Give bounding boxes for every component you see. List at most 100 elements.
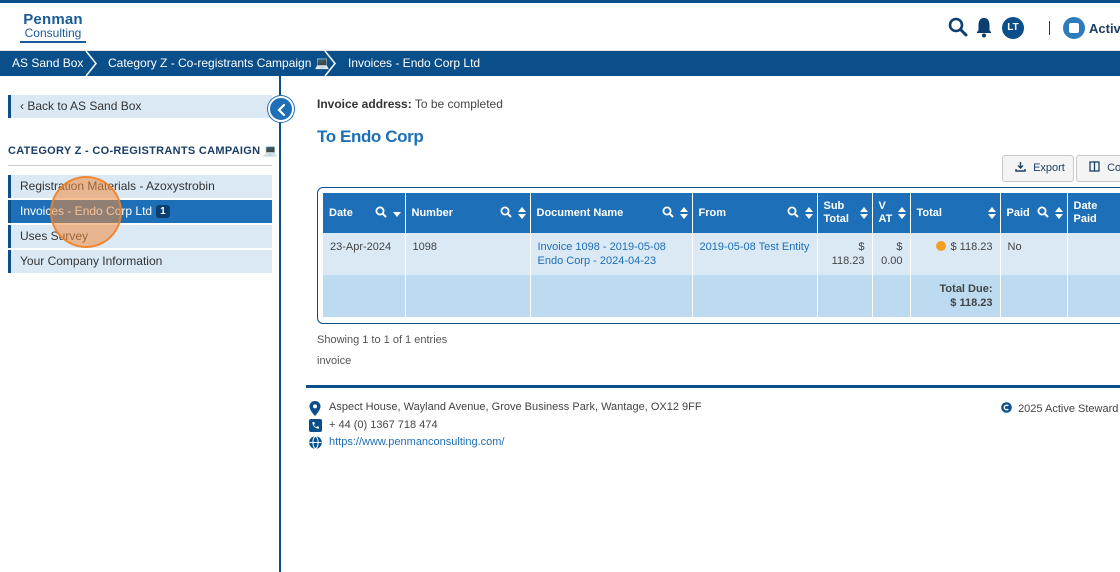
total-due: Total Due: $ 118.23	[910, 275, 1001, 317]
logo[interactable]: Penman Consulting	[20, 12, 86, 44]
column-header-vat[interactable]: VAT	[872, 193, 911, 233]
footer-divider	[306, 385, 1120, 388]
total-row-empty-cell	[323, 275, 406, 317]
column-header-label: Document Name	[536, 206, 624, 219]
search-icon[interactable]	[787, 206, 799, 218]
sidebar-item-invoices[interactable]: Invoices - Endo Corp Ltd 1	[8, 200, 272, 223]
top-bar: Penman Consulting LT Active	[0, 3, 1120, 51]
column-header-label: Total	[916, 206, 942, 219]
search-icon[interactable]	[1037, 206, 1049, 218]
footer-phone: + 44 (0) 1367 718 474	[309, 419, 438, 435]
sidebar-item-uses-survey[interactable]: Uses Survey	[8, 225, 272, 248]
total-row-empty-cell	[405, 275, 531, 317]
column-header-label: Date Paid	[1073, 200, 1098, 225]
header-divider	[1049, 21, 1050, 35]
copyright-text: 2025 Active Steward	[1018, 403, 1119, 415]
columns-icon	[1089, 161, 1100, 172]
column-header-number[interactable]: Number	[405, 193, 531, 233]
status-dot-icon	[936, 241, 947, 251]
export-button[interactable]: Export	[1002, 155, 1074, 182]
total-due-label: Total Due:	[939, 283, 993, 295]
cell-sub-total: $ 118.23	[817, 233, 873, 275]
sort-icon[interactable]	[987, 207, 996, 219]
sort-icon[interactable]	[804, 207, 813, 219]
invoice-address: Invoice address: To be completed	[317, 97, 503, 111]
copyright-icon	[1001, 402, 1012, 413]
column-header-label: Date	[329, 206, 353, 219]
search-icon[interactable]	[662, 206, 674, 218]
column-header-sub-total[interactable]: Sub Total	[817, 193, 873, 233]
invoice-address-value: To be completed	[414, 97, 503, 111]
breadcrumb: AS Sand Box Category Z - Co-registrants …	[0, 51, 1120, 76]
search-icon[interactable]	[375, 206, 387, 218]
column-header-date-paid[interactable]: Date Paid	[1067, 193, 1120, 233]
footer-website-link[interactable]: https://www.penmanconsulting.com/	[329, 436, 504, 448]
total-row-empty-cell	[817, 275, 873, 317]
sort-icon[interactable]	[1054, 207, 1063, 219]
column-header-paid[interactable]: Paid	[1000, 193, 1068, 233]
entries-info: Showing 1 to 1 of 1 entries	[317, 334, 448, 346]
invoice-table: Date Number Document Name From Sub Total…	[323, 193, 1120, 317]
search-icon[interactable]	[500, 206, 512, 218]
invoice-address-label: Invoice address:	[317, 97, 412, 111]
invoice-table-container: Date Number Document Name From Sub Total…	[317, 187, 1120, 324]
breadcrumb-item-campaign[interactable]: Category Z - Co-registrants Campaign 💻	[108, 51, 330, 76]
table-caption: invoice	[317, 355, 352, 367]
table-row[interactable]: 23-Apr-2024 1098 Invoice 1098 - 2019-05-…	[323, 233, 1120, 275]
copyright: 2025 Active Steward	[1001, 402, 1118, 415]
cell-total: $ 118.23	[910, 233, 1001, 275]
page-title: To Endo Corp	[317, 127, 424, 146]
column-header-document-name[interactable]: Document Name	[530, 193, 693, 233]
sidebar: ‹ Back to AS Sand Box CATEGORY Z - CO-RE…	[0, 76, 281, 572]
column-header-label: Sub Total	[823, 200, 849, 225]
total-row-empty-cell	[1067, 275, 1120, 317]
total-row: Total Due: $ 118.23	[323, 275, 1120, 317]
breadcrumb-separator-icon	[85, 51, 97, 76]
breadcrumb-separator-icon	[324, 51, 336, 76]
footer-address: Aspect House, Wayland Avenue, Grove Busi…	[309, 401, 702, 419]
logo-line-1: Penman	[23, 11, 83, 28]
search-icon[interactable]	[948, 17, 968, 43]
cell-document-name-link[interactable]: Invoice 1098 - 2019-05-08 Endo Corp - 20…	[530, 233, 693, 275]
back-link[interactable]: ‹ Back to AS Sand Box	[8, 95, 272, 118]
sort-icon[interactable]	[897, 207, 906, 219]
sidebar-section-title: CATEGORY Z - CO-REGISTRANTS CAMPAIGN 💻	[8, 145, 278, 157]
column-header-label: From	[698, 206, 727, 219]
export-icon	[1015, 162, 1026, 172]
cell-from-link[interactable]: 2019-05-08 Test Entity	[692, 233, 818, 275]
sort-icon[interactable]	[392, 207, 401, 219]
column-header-total[interactable]: Total	[910, 193, 1001, 233]
count-badge: 1	[156, 205, 170, 218]
brand-icon	[1063, 17, 1085, 39]
cell-total-value: $ 118.23	[950, 241, 993, 253]
sidebar-item-label: Uses Survey	[20, 229, 89, 243]
sidebar-item-registration-materials[interactable]: Registration Materials - Azoxystrobin	[8, 175, 272, 198]
sort-icon[interactable]	[517, 207, 526, 219]
brand-name[interactable]: Active	[1089, 21, 1120, 36]
sidebar-item-label: Registration Materials - Azoxystrobin	[20, 179, 215, 193]
column-header-from[interactable]: From	[692, 193, 818, 233]
column-header-date[interactable]: Date	[323, 193, 406, 233]
sort-icon[interactable]	[859, 207, 868, 219]
cell-vat: $ 0.00	[872, 233, 911, 275]
phone-icon	[309, 419, 322, 432]
main-content: Invoice address: To be completed To Endo…	[283, 76, 1120, 572]
table-header-row: Date Number Document Name From Sub Total…	[323, 193, 1120, 233]
sidebar-item-label: Your Company Information	[20, 254, 163, 268]
column-header-label: Number	[411, 206, 454, 219]
breadcrumb-item-invoices[interactable]: Invoices - Endo Corp Ltd	[348, 51, 480, 76]
cell-number: 1098	[405, 233, 531, 275]
globe-icon	[309, 436, 322, 449]
cell-date-paid	[1067, 233, 1120, 275]
total-row-empty-cell	[692, 275, 818, 317]
sidebar-item-company-info[interactable]: Your Company Information	[8, 250, 272, 273]
avatar[interactable]: LT	[1002, 17, 1024, 39]
sort-icon[interactable]	[679, 207, 688, 219]
columns-button[interactable]: Col	[1076, 155, 1120, 182]
total-row-empty-cell	[1000, 275, 1068, 317]
logo-line-2: Consulting	[20, 27, 86, 43]
cell-vat-currency: $	[896, 241, 903, 253]
bell-icon[interactable]	[975, 16, 993, 42]
footer-phone-text: + 44 (0) 1367 718 474	[329, 419, 438, 431]
breadcrumb-item-sand-box[interactable]: AS Sand Box	[12, 51, 83, 76]
